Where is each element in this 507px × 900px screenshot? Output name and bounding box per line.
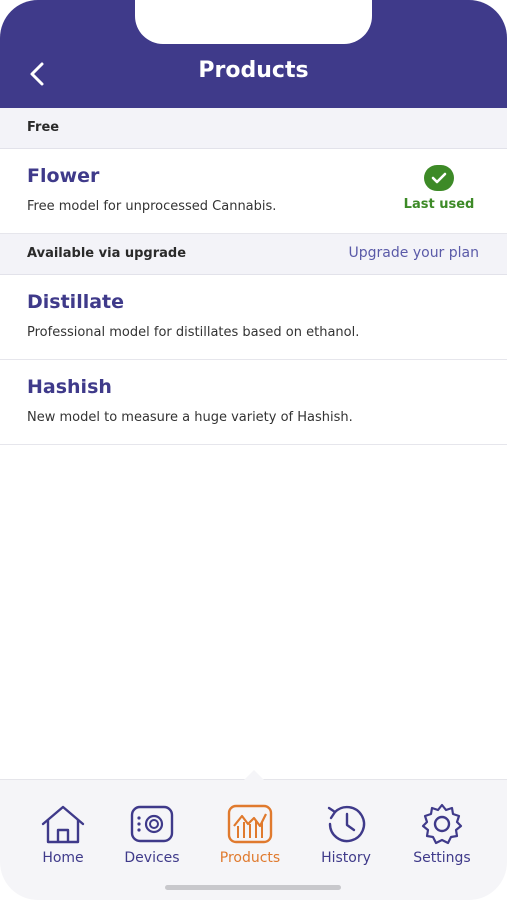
section-free: Free bbox=[0, 108, 507, 149]
section-upgrade: Available via upgrade Upgrade your plan bbox=[0, 234, 507, 275]
badge-text: Last used bbox=[403, 197, 475, 212]
tab-bar: Home Devices Products History Settings bbox=[0, 770, 507, 900]
upgrade-plan-link[interactable]: Upgrade your plan bbox=[349, 245, 479, 261]
tab-home[interactable]: Home bbox=[18, 802, 108, 866]
product-name: Flower bbox=[27, 165, 100, 187]
tab-label: Devices bbox=[124, 850, 180, 866]
tab-settings[interactable]: Settings bbox=[397, 802, 487, 866]
home-icon bbox=[41, 805, 85, 844]
tab-products[interactable]: Products bbox=[205, 802, 295, 866]
product-description: Free model for unprocessed Cannabis. bbox=[27, 199, 277, 214]
tab-label: Products bbox=[219, 850, 281, 866]
home-indicator bbox=[165, 885, 341, 890]
device-icon bbox=[130, 805, 174, 843]
active-tab-caret bbox=[244, 770, 264, 780]
product-name: Distillate bbox=[27, 291, 125, 313]
product-description: New model to measure a huge variety of H… bbox=[27, 410, 353, 425]
notch bbox=[135, 0, 372, 44]
tab-devices[interactable]: Devices bbox=[107, 802, 197, 866]
section-label-free: Free bbox=[27, 120, 60, 135]
section-label-upgrade: Available via upgrade bbox=[27, 246, 187, 261]
chart-icon bbox=[227, 804, 273, 844]
tab-label: Home bbox=[42, 850, 84, 866]
tab-label: History bbox=[321, 850, 371, 866]
product-name: Hashish bbox=[27, 376, 112, 398]
header-bar: Products bbox=[0, 0, 507, 108]
phone-screen: Products Free Flower Free model for unpr… bbox=[0, 0, 507, 900]
product-description: Professional model for distillates based… bbox=[27, 325, 360, 340]
product-item-hashish[interactable]: Hashish New model to measure a huge vari… bbox=[0, 360, 507, 445]
product-item-distillate[interactable]: Distillate Professional model for distil… bbox=[0, 275, 507, 360]
tab-history[interactable]: History bbox=[301, 802, 391, 866]
check-icon bbox=[424, 165, 454, 191]
history-icon bbox=[327, 805, 366, 843]
last-used-badge: Last used bbox=[399, 165, 479, 212]
tab-label: Settings bbox=[413, 850, 471, 866]
product-item-flower[interactable]: Flower Free model for unprocessed Cannab… bbox=[0, 149, 507, 234]
gear-icon bbox=[421, 803, 463, 845]
page-title: Products bbox=[198, 58, 309, 83]
